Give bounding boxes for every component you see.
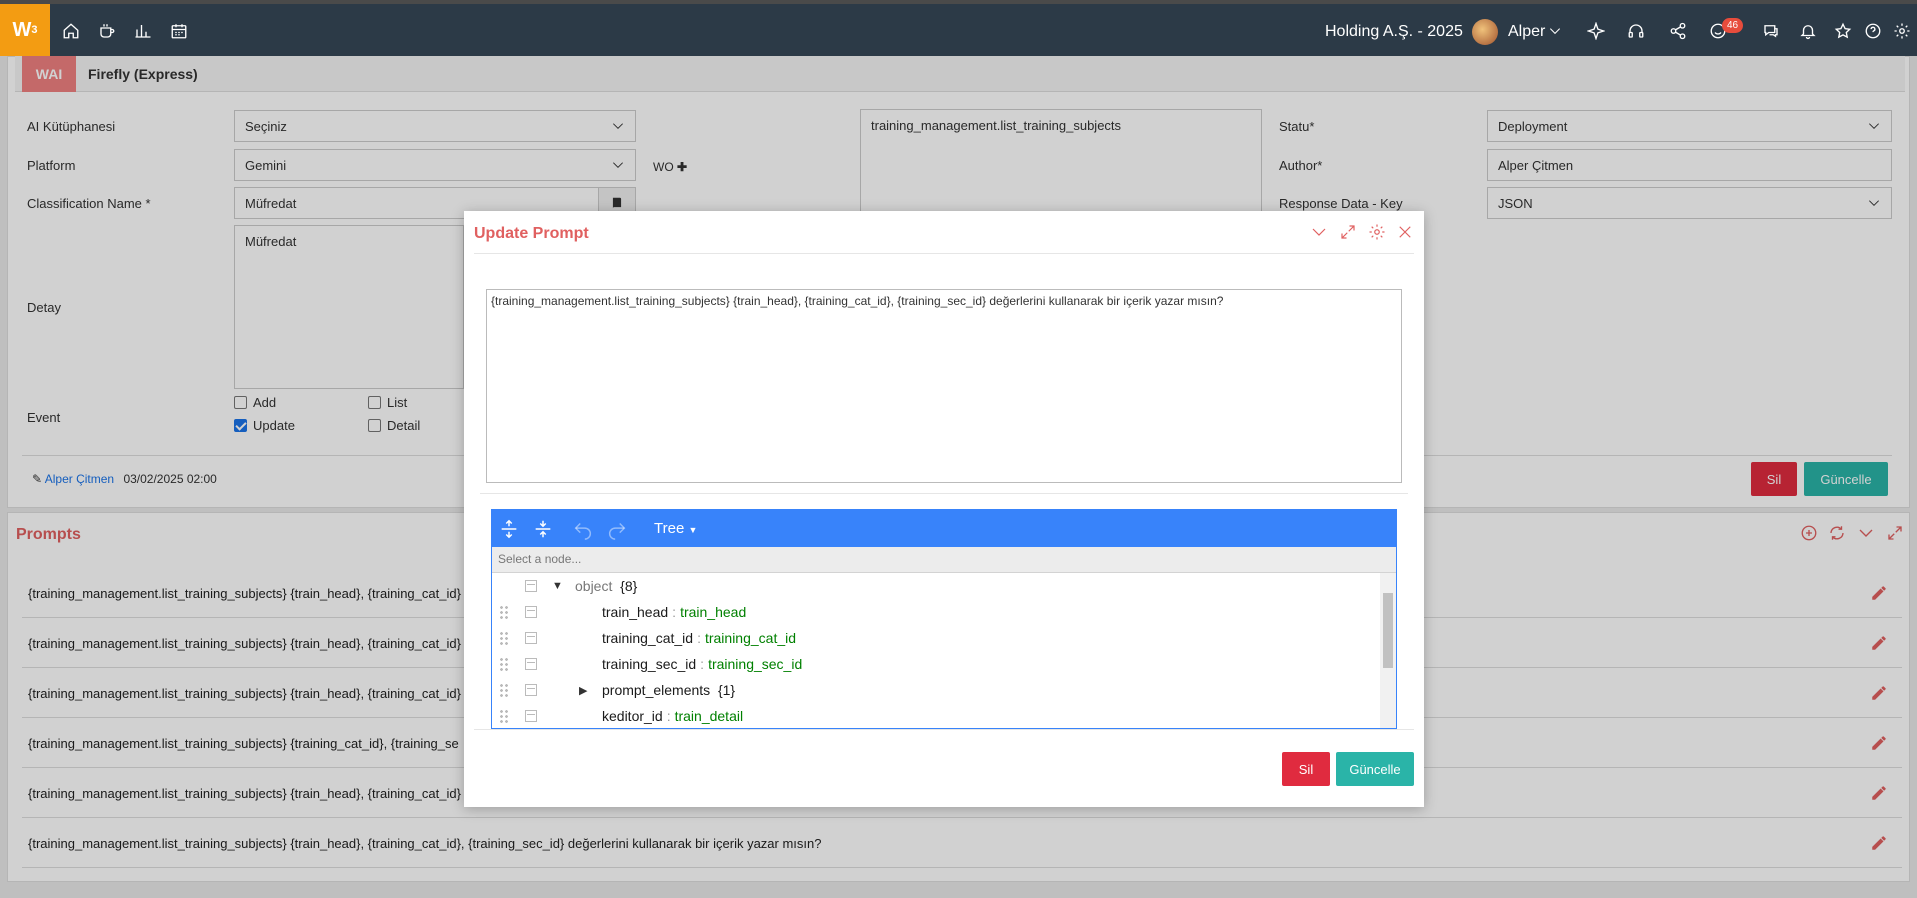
context-menu-icon[interactable]	[525, 710, 537, 722]
context-menu-icon[interactable]	[525, 632, 537, 644]
bell-icon[interactable]	[1799, 22, 1817, 40]
update-prompt-modal: Update Prompt {training_management.list_…	[464, 211, 1424, 807]
context-menu-icon[interactable]	[525, 684, 537, 696]
divider	[474, 729, 1414, 730]
company-selector[interactable]: Holding A.Ş. - 2025	[1325, 23, 1463, 41]
json-editor: Tree ▼ Select a node... ▼ object {8} tra…	[491, 509, 1397, 729]
tree-node-row[interactable]: training_cat_id: training_cat_id	[492, 625, 1380, 651]
close-icon[interactable]	[1396, 223, 1414, 241]
home-icon[interactable]	[62, 22, 80, 40]
context-menu-icon[interactable]	[525, 606, 537, 618]
help-icon[interactable]	[1864, 22, 1882, 40]
coffee-icon[interactable]	[98, 22, 116, 40]
tree-root-row[interactable]: ▼ object {8}	[492, 573, 1380, 599]
notification-badge: 46	[1722, 18, 1744, 33]
gear-icon[interactable]	[1368, 223, 1386, 241]
divider	[480, 493, 1408, 494]
mode-dropdown[interactable]: Tree ▼	[654, 520, 697, 537]
avatar[interactable]	[1472, 19, 1498, 45]
divider	[474, 253, 1414, 254]
redo-icon[interactable]	[606, 518, 628, 540]
calendar-icon[interactable]	[170, 22, 188, 40]
drag-handle-icon[interactable]	[499, 605, 509, 619]
undo-icon[interactable]	[572, 518, 594, 540]
expand-all-icon[interactable]	[498, 518, 520, 540]
drag-handle-icon[interactable]	[499, 683, 509, 697]
tree-node-row[interactable]: keditor_id: train_detail	[492, 703, 1380, 728]
chat-icon[interactable]	[1762, 22, 1780, 40]
json-editor-toolbar: Tree ▼	[492, 510, 1396, 547]
modal-delete-button[interactable]: Sil	[1282, 752, 1330, 786]
scrollbar-thumb[interactable]	[1383, 593, 1393, 668]
drag-handle-icon[interactable]	[499, 657, 509, 671]
chevron-down-icon[interactable]	[1310, 223, 1328, 241]
drag-handle-icon[interactable]	[499, 631, 509, 645]
chevron-down-icon[interactable]	[1548, 24, 1562, 38]
collapse-all-icon[interactable]	[532, 518, 554, 540]
tree-node-row[interactable]: train_head: train_head	[492, 599, 1380, 625]
scrollbar[interactable]	[1380, 573, 1396, 728]
caret-down-icon[interactable]: ▼	[552, 580, 563, 592]
caret-down-icon: ▼	[688, 525, 698, 535]
caret-right-icon[interactable]: ▶	[579, 684, 587, 697]
share-icon[interactable]	[1669, 22, 1687, 40]
node-navigation[interactable]: Select a node...	[492, 547, 1396, 573]
settings-icon[interactable]	[1893, 22, 1911, 40]
tree-node-row[interactable]: training_sec_id: training_sec_id	[492, 651, 1380, 677]
tree-node-row[interactable]: ▶ prompt_elements {1}	[492, 677, 1380, 703]
json-tree: ▼ object {8} train_head: train_head train…	[492, 573, 1380, 728]
top-navbar: W3 Holding A.Ş. - 2025 Alper 46	[0, 0, 1917, 56]
app-logo[interactable]: W3	[0, 4, 50, 56]
expand-icon[interactable]	[1339, 223, 1357, 241]
headset-icon[interactable]	[1627, 22, 1645, 40]
chart-icon[interactable]	[134, 22, 152, 40]
context-menu-icon[interactable]	[525, 580, 537, 592]
modal-update-button[interactable]: Güncelle	[1336, 752, 1414, 786]
prompt-textarea[interactable]: {training_management.list_training_subje…	[486, 289, 1402, 483]
drag-handle-icon[interactable]	[499, 709, 509, 723]
sparkle-icon[interactable]	[1587, 22, 1605, 40]
star-icon[interactable]	[1834, 22, 1852, 40]
context-menu-icon[interactable]	[525, 658, 537, 670]
modal-title: Update Prompt	[474, 225, 589, 242]
user-menu[interactable]: Alper	[1508, 23, 1545, 41]
